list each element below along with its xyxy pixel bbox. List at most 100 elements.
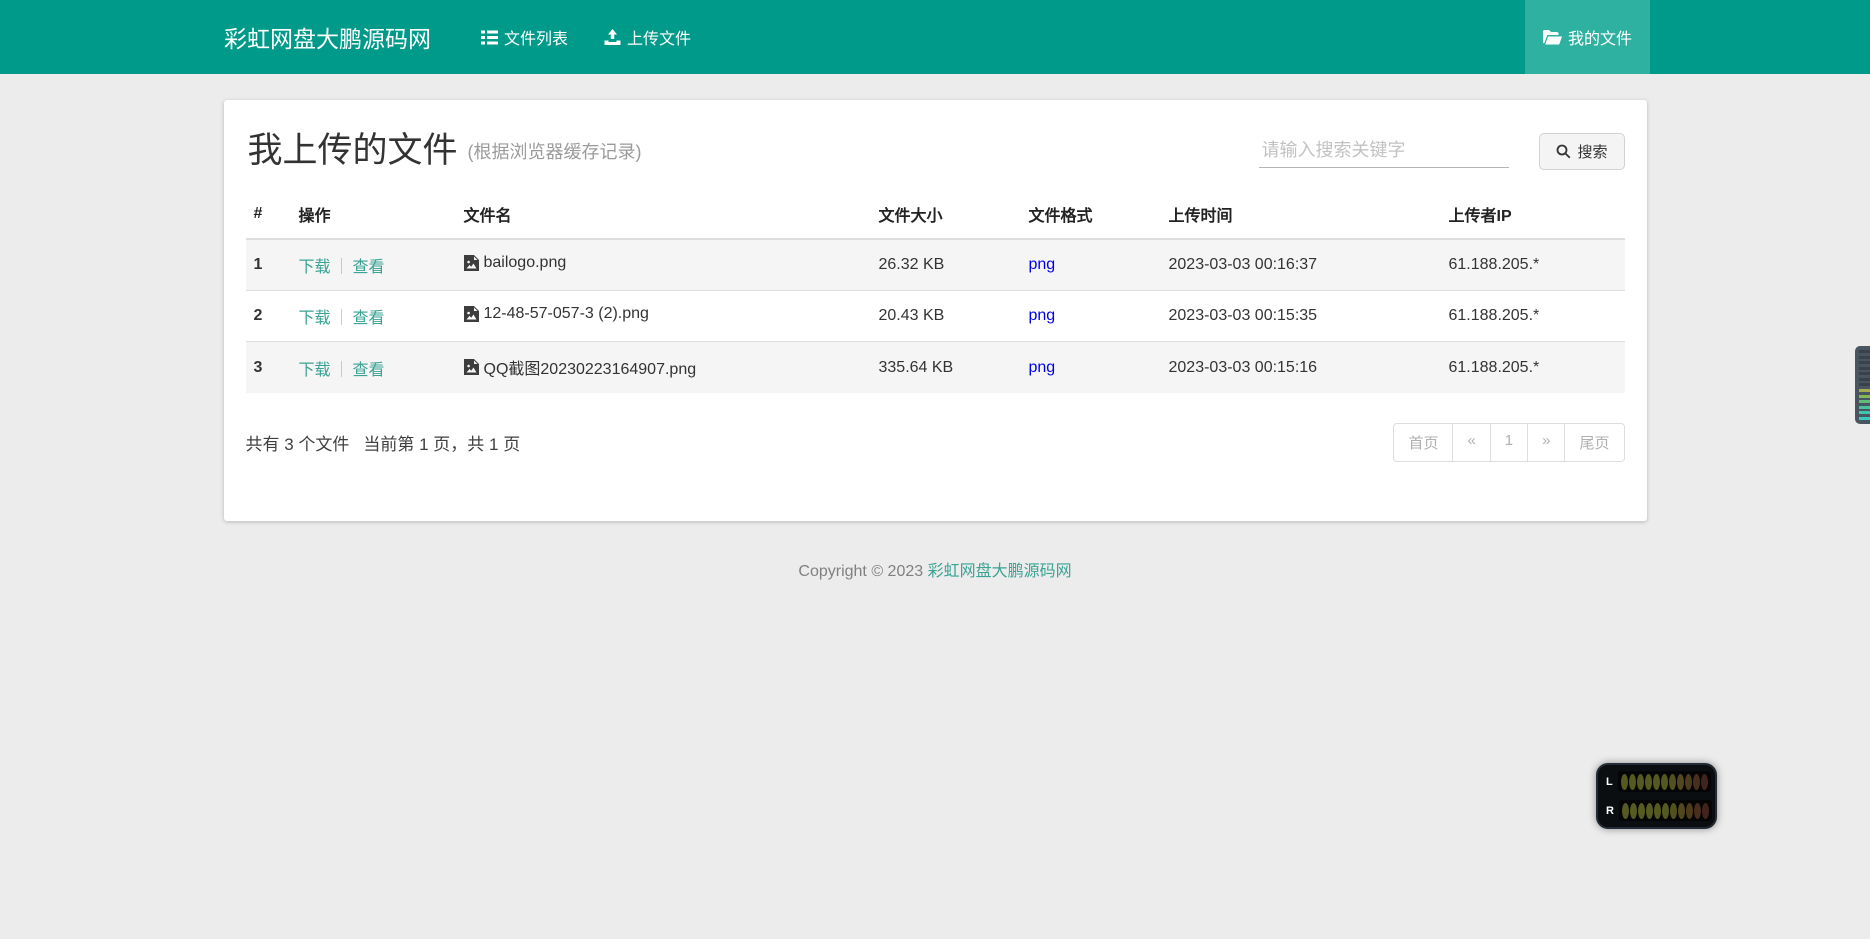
pagination-page-1[interactable]: 1 [1490, 423, 1528, 462]
nav-item-label: 文件列表 [504, 25, 568, 49]
pagination: 首页 « 1 » 尾页 [1393, 423, 1624, 462]
row-uploader-ip: 61.188.205.* [1441, 291, 1625, 342]
row-uploader-ip: 61.188.205.* [1441, 342, 1625, 394]
led-segment [1638, 803, 1645, 819]
nav-item-label: 上传文件 [627, 25, 691, 49]
meter-row-left: L [1606, 771, 1707, 792]
view-link[interactable]: 查看 [353, 259, 385, 276]
download-link[interactable]: 下载 [299, 310, 331, 327]
row-index: 1 [246, 239, 291, 291]
action-separator: ｜ [334, 259, 350, 276]
edge-stripe [1859, 400, 1870, 403]
row-upload-time: 2023-03-03 00:15:35 [1161, 291, 1441, 342]
edge-stripe [1859, 367, 1870, 370]
page-title: 我上传的文件 [248, 130, 458, 172]
row-format-cell: png [1021, 342, 1161, 394]
download-link[interactable]: 下载 [299, 259, 331, 276]
led-segment [1653, 774, 1660, 790]
view-link[interactable]: 查看 [353, 310, 385, 327]
pagination-next[interactable]: » [1527, 423, 1565, 462]
edge-stripe [1859, 389, 1870, 392]
search-icon [1556, 144, 1571, 159]
page-subtitle: (根据浏览器缓存记录) [468, 138, 642, 164]
led-segment [1686, 803, 1693, 819]
led-segment [1654, 803, 1661, 819]
filename-text[interactable]: 12-48-57-057-3 (2).png [484, 305, 649, 323]
led-segment [1678, 803, 1685, 819]
pagination-prev[interactable]: « [1452, 423, 1490, 462]
col-header-actions: 操作 [291, 190, 456, 239]
row-upload-time: 2023-03-03 00:15:16 [1161, 342, 1441, 394]
led-segment [1621, 774, 1628, 790]
format-link[interactable]: png [1029, 307, 1056, 324]
navbar-container: 彩虹网盘大鹏源码网 文件列表 上传文件 [220, 0, 1650, 74]
nav-item-file-list[interactable]: 文件列表 [463, 0, 586, 74]
format-link[interactable]: png [1029, 359, 1056, 376]
image-file-icon [464, 306, 479, 322]
table-header-row: # 操作 文件名 文件大小 文件格式 上传时间 上传者IP [246, 190, 1625, 239]
filename-text[interactable]: bailogo.png [484, 254, 567, 272]
led-strip-right [1619, 800, 1712, 821]
edge-stripe [1859, 406, 1870, 409]
filename-text[interactable]: QQ截图20230223164907.png [484, 355, 697, 379]
edge-level-widget[interactable] [1855, 346, 1870, 424]
table-row: 1 下载｜查看 bailogo.png 26.32 KB pn [246, 239, 1625, 291]
edge-stripe [1859, 378, 1870, 381]
search-zone: 搜索 [1259, 133, 1624, 170]
col-header-format: 文件格式 [1021, 190, 1161, 239]
row-size: 26.32 KB [871, 239, 1021, 291]
led-segment [1630, 803, 1637, 819]
led-segment [1646, 803, 1653, 819]
footer-site-link[interactable]: 彩虹网盘大鹏源码网 [928, 563, 1072, 580]
led-segment [1701, 774, 1708, 790]
pagination-last[interactable]: 尾页 [1564, 423, 1624, 462]
led-segment [1694, 803, 1701, 819]
edge-stripe [1859, 411, 1870, 414]
row-index: 3 [246, 342, 291, 394]
edge-stripe [1859, 383, 1870, 386]
action-separator: ｜ [334, 310, 350, 327]
row-index: 2 [246, 291, 291, 342]
search-input[interactable] [1259, 134, 1509, 168]
col-header-time: 上传时间 [1161, 190, 1441, 239]
site-brand[interactable]: 彩虹网盘大鹏源码网 [220, 0, 435, 74]
meter-row-right: R [1606, 800, 1707, 821]
col-header-ip: 上传者IP [1441, 190, 1625, 239]
row-size: 335.64 KB [871, 342, 1021, 394]
table-row: 3 下载｜查看 QQ截图20230223164907.png 335.64 K [246, 342, 1625, 394]
col-header-size: 文件大小 [871, 190, 1021, 239]
image-file-icon [464, 255, 479, 271]
format-link[interactable]: png [1029, 256, 1056, 273]
copyright-text: Copyright © 2023 [798, 563, 923, 580]
row-actions: 下载｜查看 [291, 291, 456, 342]
nav-item-upload[interactable]: 上传文件 [586, 0, 709, 74]
led-strip-left [1618, 771, 1711, 792]
col-header-filename: 文件名 [456, 190, 871, 239]
nav-item-my-files[interactable]: 我的文件 [1525, 0, 1650, 74]
row-size: 20.43 KB [871, 291, 1021, 342]
view-link[interactable]: 查看 [353, 362, 385, 379]
led-segment [1702, 803, 1709, 819]
table-row: 2 下载｜查看 12-48-57-057-3 (2).png 20.43 KB [246, 291, 1625, 342]
files-total-text: 共有 3 个文件 [246, 430, 350, 455]
led-segment [1645, 774, 1652, 790]
top-navbar: 彩虹网盘大鹏源码网 文件列表 上传文件 [0, 0, 1870, 74]
page-info-text: 当前第 1 页，共 1 页 [363, 430, 520, 455]
list-icon [481, 30, 498, 45]
navbar-right: 我的文件 [1525, 0, 1650, 74]
row-actions: 下载｜查看 [291, 342, 456, 394]
led-segment [1685, 774, 1692, 790]
edge-stripe [1859, 417, 1870, 420]
search-button[interactable]: 搜索 [1539, 133, 1624, 170]
col-header-index: # [246, 190, 291, 239]
image-file-icon [464, 359, 479, 375]
row-filename-cell: QQ截图20230223164907.png [456, 342, 871, 394]
folder-open-icon [1543, 30, 1562, 45]
led-segment [1677, 774, 1684, 790]
row-filename-cell: bailogo.png [456, 239, 871, 291]
pagination-first[interactable]: 首页 [1393, 423, 1453, 462]
left-channel-label: L [1606, 776, 1613, 788]
edge-stripe [1859, 350, 1870, 353]
download-link[interactable]: 下载 [299, 362, 331, 379]
row-format-cell: png [1021, 239, 1161, 291]
